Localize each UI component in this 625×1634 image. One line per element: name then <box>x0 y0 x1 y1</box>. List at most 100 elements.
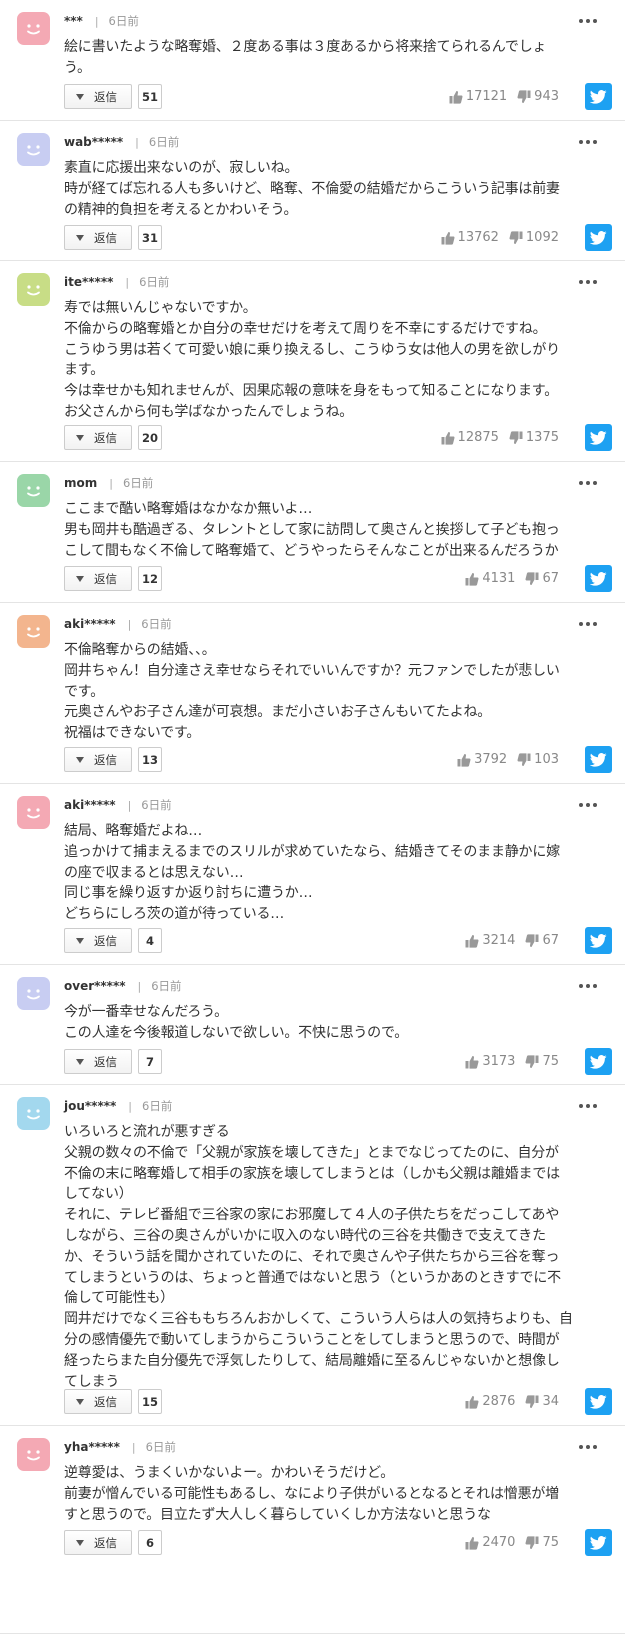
twitter-share-button[interactable] <box>585 927 612 954</box>
reply-label: 返信 <box>94 89 117 104</box>
twitter-bird-icon <box>590 571 607 586</box>
reply-label: 返信 <box>94 571 117 586</box>
comment-text-line: 岡井ちゃん！自分達さえ幸せならそれでいいんですか？元ファンでしたが悲しい <box>64 662 560 679</box>
more-options-icon[interactable] <box>577 133 599 151</box>
reply-button[interactable]: 返信 <box>64 747 132 772</box>
username[interactable]: mom <box>64 476 97 490</box>
dislike-button[interactable]: 103 <box>517 752 559 767</box>
comment-text-line: ここまで酷い略奪婚はなかなか無いよ… <box>64 501 313 517</box>
dislike-count: 34 <box>542 1394 559 1409</box>
reply-count: 6 <box>138 1530 162 1555</box>
vote-bar: 4131 67 <box>465 566 559 591</box>
dislike-button[interactable]: 943 <box>517 89 559 104</box>
thumbs-down-icon <box>525 571 542 586</box>
dislike-button[interactable]: 1092 <box>509 230 559 245</box>
more-options-icon[interactable] <box>577 796 599 814</box>
dislike-button[interactable]: 67 <box>525 933 559 948</box>
comment-body: ここまで酷い略奪婚はなかなか無いよ… 男も岡井も酷過ぎる、タレントとして家に訪問し… <box>64 499 612 561</box>
more-options-icon[interactable] <box>577 273 599 291</box>
comment-body: 今が一番幸せなんだろう。 この人達を今後報道しないで欲しい。不快に思うので。 <box>64 1002 612 1044</box>
twitter-share-button[interactable] <box>585 224 612 251</box>
separator: | <box>135 135 139 149</box>
dislike-button[interactable]: 34 <box>525 1394 559 1409</box>
timestamp: 6日前 <box>122 476 154 490</box>
comment-text-line: こして間もなく不倫して略奪婚て、どうやったらそんなことが出来るんだろうか <box>64 542 559 559</box>
like-button[interactable]: 3214 <box>465 933 515 948</box>
comment-text-line: ます。 <box>64 362 104 379</box>
username[interactable]: yha***** <box>64 1440 120 1454</box>
twitter-share-button[interactable] <box>585 1048 612 1075</box>
username[interactable]: aki***** <box>64 798 116 812</box>
username[interactable]: jou***** <box>64 1099 116 1113</box>
comment-text-line: どちらにしろ茨の道が待っている… <box>64 906 285 923</box>
like-button[interactable]: 3792 <box>457 752 507 767</box>
separator: | <box>109 476 113 490</box>
reply-button[interactable]: 返信 <box>64 225 132 250</box>
dislike-button[interactable]: 75 <box>525 1054 559 1069</box>
like-button[interactable]: 3173 <box>465 1054 515 1069</box>
more-options-icon[interactable] <box>577 1097 599 1115</box>
dislike-count: 67 <box>542 571 559 586</box>
like-button[interactable]: 4131 <box>465 571 515 586</box>
like-button[interactable]: 2876 <box>465 1394 515 1409</box>
reply-button[interactable]: 返信 <box>64 566 132 591</box>
username[interactable]: wab***** <box>64 135 123 149</box>
more-options-icon[interactable] <box>577 474 599 492</box>
caret-down-icon <box>76 937 84 944</box>
comment-text-line: 寿では無いんじゃないですか。 <box>64 300 257 316</box>
comment-text-line: 同じ事を繰り返すか返り討ちに遭うか… <box>64 885 313 902</box>
twitter-share-button[interactable] <box>585 565 612 592</box>
username[interactable]: over***** <box>64 979 126 993</box>
username[interactable]: aki***** <box>64 617 116 631</box>
comment-item: wab***** | 6日前 素直に応援出来ないのが、寂しいね。 時が経てば忘れる人も多… <box>0 121 625 261</box>
username[interactable]: ite***** <box>64 275 113 289</box>
more-options-icon[interactable] <box>577 1438 599 1456</box>
twitter-share-button[interactable] <box>585 1388 612 1415</box>
dislike-button[interactable]: 1375 <box>509 430 559 445</box>
reply-button[interactable]: 返信 <box>64 84 132 109</box>
vote-bar: 12875 1375 <box>441 425 559 450</box>
timestamp: 6日前 <box>141 798 172 812</box>
avatar <box>17 615 50 648</box>
timestamp: 6日前 <box>139 275 170 289</box>
twitter-share-button[interactable] <box>585 83 612 110</box>
comment-text-line: 不倫の末に略奪婚して相手の家族を壊してしまうとは（しかも父親は離婚までは <box>64 1165 560 1182</box>
twitter-share-button[interactable] <box>585 424 612 451</box>
reply-button[interactable]: 返信 <box>64 425 132 450</box>
avatar <box>17 977 50 1010</box>
reply-label: 返信 <box>94 1054 117 1069</box>
like-button[interactable]: 13762 <box>441 230 499 245</box>
like-button[interactable]: 2470 <box>465 1535 515 1550</box>
like-button[interactable]: 12875 <box>441 430 499 445</box>
comment-text-line: してない） <box>64 1186 133 1203</box>
username[interactable]: *** <box>64 14 83 28</box>
vote-bar: 2876 34 <box>465 1389 559 1414</box>
comment-item: aki***** | 6日前 不倫略奪からの結婚、、。 岡井ちゃん！自分達さえ幸せならそ… <box>0 603 625 784</box>
avatar <box>17 474 50 507</box>
dislike-button[interactable]: 67 <box>525 571 559 586</box>
more-options-icon[interactable] <box>577 615 599 633</box>
like-button[interactable]: 17121 <box>449 89 507 104</box>
twitter-bird-icon <box>590 230 607 245</box>
comment-body: 逆尊愛は、うまくいかないよー。かわいそうだけど。 前妻が憎んでいる可能性もあるし、… <box>64 1463 612 1525</box>
twitter-share-button[interactable] <box>585 746 612 773</box>
caret-down-icon <box>76 234 84 241</box>
reply-button[interactable]: 返信 <box>64 1530 132 1555</box>
timestamp: 6日前 <box>145 1440 176 1454</box>
reply-button[interactable]: 返信 <box>64 1389 132 1414</box>
comment-text-line: 父親の数々の不倫で「父親が家族を壊してきた」とまでなじってたのに、自分が <box>64 1144 559 1161</box>
thumbs-down-icon <box>525 933 542 948</box>
comment-header: wab***** | 6日前 <box>64 133 179 151</box>
thumbs-down-icon <box>525 1054 542 1069</box>
more-options-icon[interactable] <box>577 12 599 30</box>
thumbs-up-icon <box>465 1536 482 1550</box>
reply-button[interactable]: 返信 <box>64 928 132 953</box>
reply-count: 51 <box>138 84 162 109</box>
reply-button[interactable]: 返信 <box>64 1049 132 1074</box>
thumbs-down-icon <box>509 430 526 445</box>
more-options-icon[interactable] <box>577 977 599 995</box>
like-count: 3173 <box>482 1054 516 1069</box>
thumbs-up-icon <box>465 1395 482 1409</box>
dislike-button[interactable]: 75 <box>525 1535 559 1550</box>
twitter-share-button[interactable] <box>585 1529 612 1556</box>
